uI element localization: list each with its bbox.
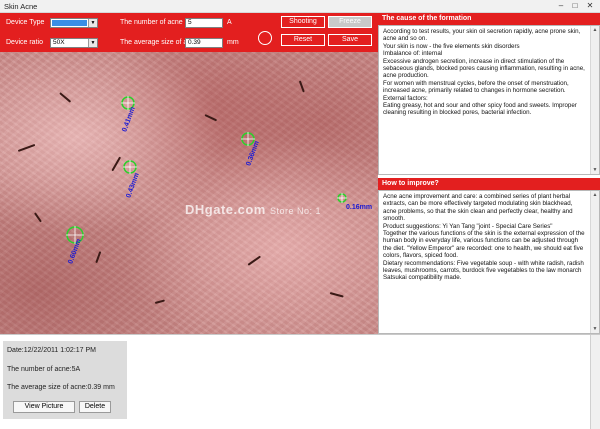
record-card[interactable]: Date:12/22/2011 1:02:17 PM The number of…	[3, 341, 127, 419]
acne-number-unit: A	[227, 19, 232, 26]
acne-size-marker-label: 0.16mm	[346, 204, 373, 211]
hair-strand	[204, 114, 218, 121]
cause-text-line: For women with menstrual cycles, before …	[383, 79, 569, 95]
scroll-down-icon[interactable]: ▼	[591, 166, 599, 174]
capture-circle-button[interactable]	[258, 31, 272, 45]
hair-strand	[59, 92, 72, 103]
hair-strand	[154, 299, 165, 304]
cause-text-line: Eating greasy, hot and sour and other sp…	[383, 102, 577, 117]
cause-panel-text[interactable]: According to test results, your skin oil…	[378, 25, 600, 175]
control-bar: Device Type ▼ Device ratio 50X ▼ The num…	[0, 13, 378, 52]
hair-strand	[34, 212, 42, 223]
acne-number-label: The number of acne	[120, 19, 183, 26]
freeze-button[interactable]: Freeze	[328, 16, 372, 28]
cause-text-line: Excessive androgen secretion, increase i…	[383, 57, 585, 80]
scroll-up-icon[interactable]: ▲	[591, 26, 599, 34]
chevron-down-icon[interactable]: ▼	[88, 39, 97, 47]
window-title: Skin Acne	[4, 2, 38, 11]
device-ratio-select[interactable]: 50X ▼	[50, 38, 98, 48]
cause-text-line: Imbalance of: internal	[383, 50, 443, 58]
scroll-up-icon[interactable]: ▲	[591, 191, 599, 199]
scroll-down-icon[interactable]: ▼	[591, 325, 599, 333]
acne-size-marker-label: 0.43mm	[125, 172, 141, 199]
acne-size-unit: mm	[227, 39, 239, 46]
cause-scrollbar[interactable]: ▲ ▼	[590, 26, 599, 174]
device-type-label: Device Type	[6, 19, 45, 26]
acne-marker-ring	[337, 193, 347, 203]
acne-number-field[interactable]: 5	[185, 18, 223, 28]
device-ratio-value: 50X	[53, 39, 65, 46]
improve-text-line: Together the various functions of the sk…	[383, 230, 585, 260]
cause-panel-title: The cause of the formation	[378, 13, 600, 25]
improve-panel-text[interactable]: Acne acne improvement and care: a combin…	[378, 190, 600, 334]
view-picture-button[interactable]: View Picture	[13, 401, 75, 413]
watermark-sub: Store No: 1	[269, 206, 322, 216]
chevron-down-icon[interactable]: ▼	[88, 19, 97, 27]
cause-text-line: Your skin is now - the five elements ski…	[383, 42, 520, 50]
record-date: Date:12/22/2011 1:02:17 PM	[7, 347, 96, 354]
hair-strand	[17, 143, 36, 152]
record-acne-size: The average size of acne:0.39 mm	[7, 384, 115, 391]
maximize-button[interactable]: □	[569, 1, 581, 11]
close-button[interactable]: ✕	[584, 1, 596, 11]
hair-strand	[299, 80, 305, 93]
delete-button[interactable]: Delete	[79, 401, 111, 413]
skin-image-view[interactable]: 0.41mm 0.43mm 0.36mm 0.16mm 0.60mm DHgat…	[0, 52, 378, 334]
device-type-select[interactable]: ▼	[50, 18, 98, 28]
device-ratio-label: Device ratio	[6, 39, 43, 46]
improve-scrollbar[interactable]: ▲ ▼	[590, 191, 599, 333]
record-list: Date:12/22/2011 1:02:17 PM The number of…	[0, 334, 600, 429]
shooting-button[interactable]: Shooting	[281, 16, 325, 28]
watermark-main: DHgate.com	[185, 202, 266, 217]
improve-text-line: Acne acne improvement and care: a combin…	[383, 193, 573, 223]
minimize-button[interactable]: –	[555, 1, 567, 11]
reset-button[interactable]: Reset	[281, 34, 325, 46]
title-bar: Skin Acne – □ ✕	[0, 0, 600, 13]
save-button[interactable]: Save	[328, 34, 372, 46]
record-scrollbar[interactable]	[590, 335, 600, 429]
hair-strand	[95, 251, 101, 264]
improve-text-line: Dietary recommendations: Five vegetable …	[383, 259, 584, 282]
improve-panel-title: How to improve?	[378, 178, 600, 190]
record-acne-count: The number of acne:5A	[7, 366, 81, 373]
cause-text-line: External factors:	[383, 94, 428, 102]
improve-text-line: Product suggestions: Yi Yan Tang "joint …	[383, 222, 553, 230]
device-type-selection	[52, 20, 87, 26]
hair-strand	[247, 255, 261, 266]
hair-strand	[329, 292, 344, 298]
cause-text-line: According to test results, your skin oil…	[383, 28, 581, 43]
hair-strand	[111, 156, 121, 172]
watermark: DHgate.com Store No: 1	[185, 202, 321, 217]
acne-size-field[interactable]: 0.39	[185, 38, 223, 48]
